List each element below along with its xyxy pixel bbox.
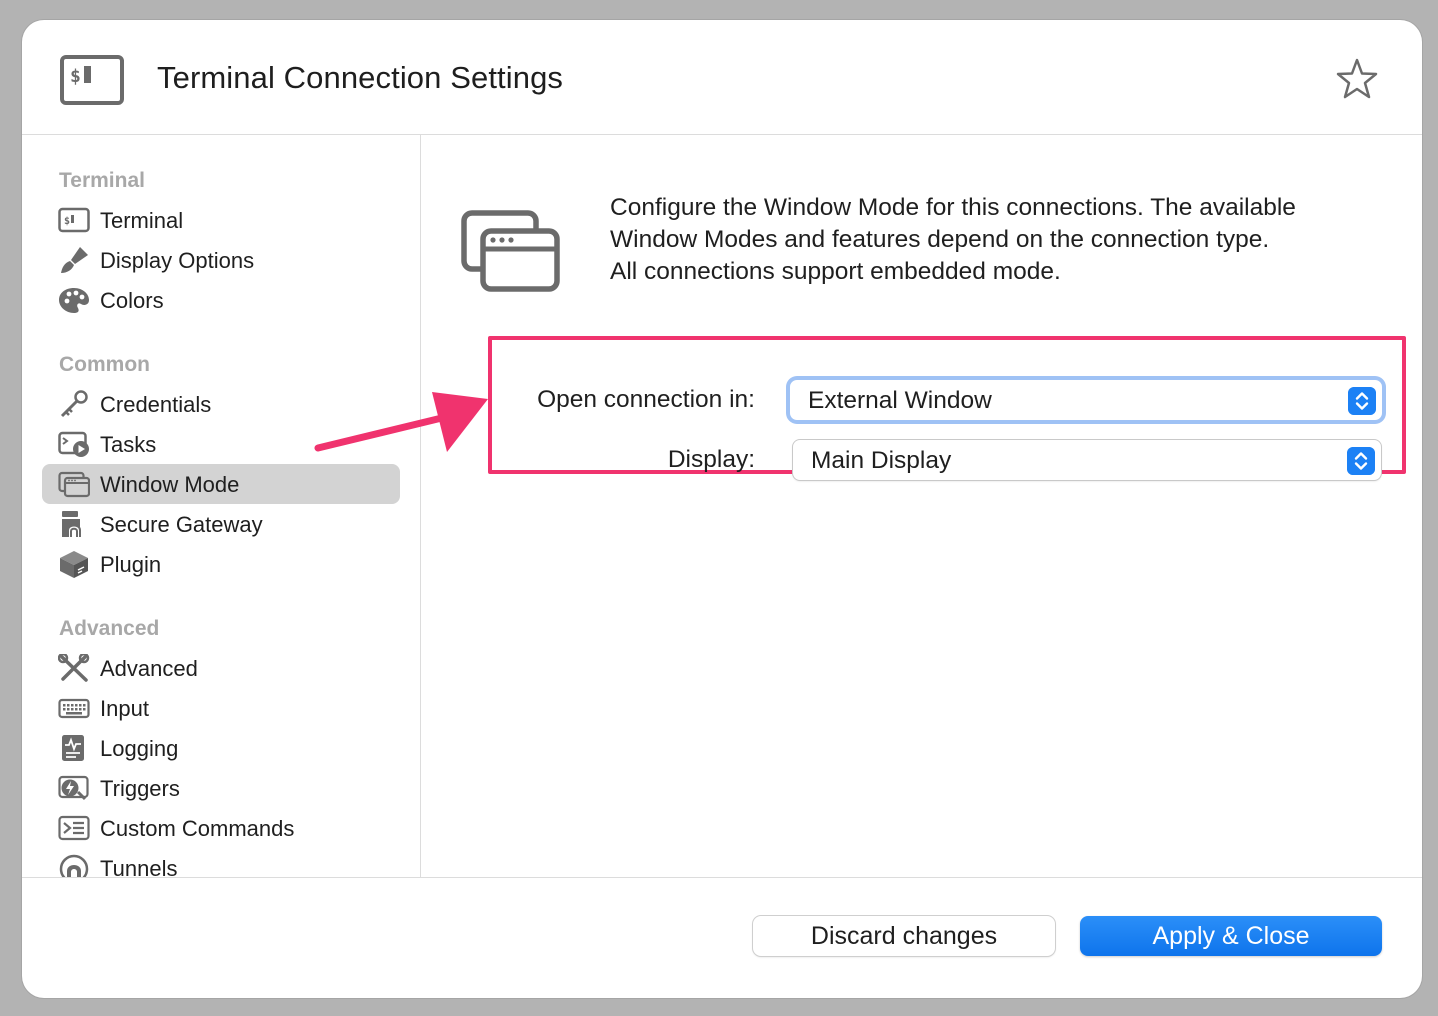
dialog-title: Terminal Connection Settings: [157, 60, 564, 95]
log-icon: [62, 735, 84, 761]
gateway-icon: [62, 511, 81, 537]
sidebar-item-logging[interactable]: Logging: [42, 728, 400, 768]
svg-text:$: $: [64, 216, 70, 227]
sidebar-item-terminal[interactable]: $ Terminal: [42, 200, 400, 240]
plugin-cube-icon: [60, 551, 88, 578]
open-connection-value: External Window: [808, 387, 992, 414]
window-mode-description: Configure the Window Mode for this conne…: [610, 194, 1296, 285]
sidebar-item-label: Display Options: [100, 248, 255, 273]
main-content: Configure the Window Mode for this conne…: [421, 135, 1422, 877]
open-connection-label: Open connection in:: [537, 386, 755, 413]
tools-icon: [58, 654, 90, 682]
sidebar-section-advanced: Advanced: [59, 617, 160, 640]
sidebar-item-secure-gateway[interactable]: Secure Gateway: [42, 504, 400, 544]
window-mode-large-icon: [461, 210, 560, 292]
sidebar-item-triggers[interactable]: Triggers: [42, 768, 400, 808]
sidebar-item-label: Colors: [100, 288, 164, 313]
sidebar-item-tunnels[interactable]: Tunnels: [42, 848, 400, 877]
sidebar-item-custom-commands[interactable]: Custom Commands: [42, 808, 400, 848]
svg-text:$: $: [70, 66, 81, 87]
sidebar-item-display-options[interactable]: Display Options: [42, 240, 400, 280]
sidebar-item-label: Plugin: [100, 552, 162, 577]
dialog-header: $ Terminal Connection Settings: [22, 20, 1422, 135]
tasks-icon: [58, 431, 89, 457]
settings-dialog: $ Terminal Connection Settings Terminal …: [22, 20, 1422, 998]
custom-commands-icon: [58, 815, 90, 841]
sidebar-item-label: Window Mode: [100, 472, 240, 497]
discard-changes-button[interactable]: Discard changes: [753, 916, 1055, 956]
keyboard-icon: [58, 698, 90, 719]
dialog-footer: Discard changes Apply & Close: [22, 877, 1422, 998]
sidebar-item-advanced[interactable]: Advanced: [42, 648, 400, 688]
sidebar-item-input[interactable]: Input: [42, 688, 400, 728]
sidebar-item-colors[interactable]: Colors: [42, 280, 400, 320]
sidebar-item-label: Logging: [100, 736, 179, 761]
annotation-arrow: [314, 392, 488, 452]
window-mode-icon: [58, 471, 90, 498]
sidebar-section-terminal: Terminal: [59, 169, 145, 192]
sidebar-item-label: Tunnels: [100, 856, 178, 877]
terminal-app-icon: $: [60, 55, 124, 105]
paintbrush-icon: [61, 247, 88, 273]
sidebar-item-plugin[interactable]: Plugin: [42, 544, 400, 584]
tunnel-icon: [59, 854, 89, 877]
open-connection-select[interactable]: External Window: [790, 380, 1382, 420]
sidebar-item-label: Credentials: [100, 392, 212, 417]
sidebar-item-window-mode[interactable]: Window Mode: [42, 464, 400, 504]
chevron-updown-icon: [1348, 387, 1376, 415]
sidebar-item-label: Input: [100, 696, 149, 721]
display-select[interactable]: Main Display: [793, 440, 1381, 480]
triggers-icon: [58, 775, 89, 801]
palette-icon: [59, 288, 89, 313]
display-value: Main Display: [811, 447, 952, 474]
key-icon: [60, 390, 88, 418]
apply-close-button[interactable]: Apply & Close: [1080, 916, 1382, 956]
sidebar-item-label: Advanced: [100, 656, 198, 681]
display-label: Display:: [667, 446, 755, 473]
sidebar-item-label: Secure Gateway: [100, 512, 263, 537]
sidebar-item-label: Tasks: [100, 432, 157, 457]
sidebar-item-label: Custom Commands: [100, 816, 295, 841]
sidebar: Terminal $ Terminal Display Options Colo…: [22, 135, 421, 877]
sidebar-section-common: Common: [59, 353, 150, 376]
terminal-icon: $: [58, 207, 90, 233]
favorite-star-icon[interactable]: [1335, 57, 1379, 101]
chevron-updown-icon: [1347, 447, 1375, 475]
sidebar-item-label: Triggers: [100, 776, 180, 801]
sidebar-item-label: Terminal: [100, 208, 184, 233]
